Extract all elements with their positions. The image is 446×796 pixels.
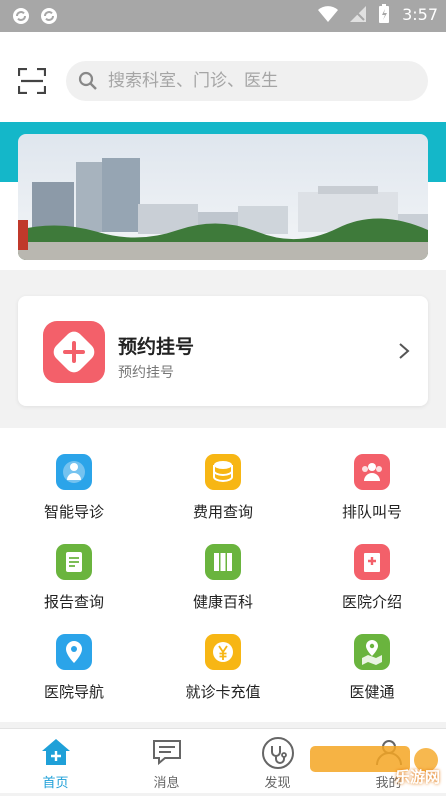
tab-label: 消息 xyxy=(153,776,180,791)
hospital-icon xyxy=(354,544,390,580)
service-card-recharge[interactable]: 就诊卡充值 xyxy=(149,634,297,724)
service-label: 智能导诊 xyxy=(43,503,104,521)
service-smart-guide[interactable]: 智能导诊 xyxy=(0,454,148,544)
chevron-right-icon xyxy=(399,343,410,359)
book-icon xyxy=(205,544,241,580)
yen-coin-icon xyxy=(205,634,241,670)
tab-home[interactable]: 首页 xyxy=(0,729,111,793)
location-icon xyxy=(56,634,92,670)
service-health-pass[interactable]: 医健通 xyxy=(298,634,446,724)
home-icon xyxy=(42,739,70,765)
status-right: 3:57 xyxy=(318,4,438,24)
battery-icon xyxy=(379,4,390,23)
service-label: 费用查询 xyxy=(192,503,253,521)
search-bar[interactable] xyxy=(66,61,428,101)
coins-icon xyxy=(205,454,241,490)
service-label: 排队叫号 xyxy=(341,503,402,521)
tab-label: 首页 xyxy=(42,776,69,791)
appointment-title: 预约挂号 xyxy=(118,336,195,358)
service-label: 医院介绍 xyxy=(341,593,402,611)
scan-icon[interactable] xyxy=(18,68,46,94)
person-icon xyxy=(56,454,92,490)
status-left-icons xyxy=(12,7,58,25)
appointment-icon xyxy=(43,321,105,383)
banner-image[interactable] xyxy=(18,134,428,260)
service-grid: 智能导诊 费用查询 排队叫号 报告查询 健康百科 医院介绍 医院导航 就诊卡充值… xyxy=(0,428,446,722)
header xyxy=(0,32,446,122)
stethoscope-icon xyxy=(262,737,294,769)
service-queue[interactable]: 排队叫号 xyxy=(298,454,446,544)
appointment-subtitle: 预约挂号 xyxy=(118,365,174,381)
watermark-logo: 乐游网 xyxy=(306,742,446,792)
service-label: 报告查询 xyxy=(43,593,104,611)
map-pin-icon xyxy=(354,634,390,670)
service-report-query[interactable]: 报告查询 xyxy=(0,544,148,634)
search-input[interactable] xyxy=(106,70,410,92)
search-icon xyxy=(78,71,97,90)
watermark-text: 乐游网 xyxy=(394,768,440,786)
appointment-card[interactable]: 预约挂号 预约挂号 xyxy=(18,296,428,406)
sync-icon xyxy=(41,8,57,24)
service-fee-query[interactable]: 费用查询 xyxy=(149,454,297,544)
service-label: 健康百科 xyxy=(192,593,253,611)
banner-section xyxy=(0,122,446,270)
message-icon xyxy=(153,740,181,766)
tab-messages[interactable]: 消息 xyxy=(111,729,222,793)
status-bar: 3:57 xyxy=(0,0,446,32)
service-hospital-intro[interactable]: 医院介绍 xyxy=(298,544,446,634)
service-label: 就诊卡充值 xyxy=(185,683,261,701)
queue-icon xyxy=(354,454,390,490)
report-icon xyxy=(56,544,92,580)
service-hospital-navigation[interactable]: 医院导航 xyxy=(0,634,148,724)
sync-icon xyxy=(13,8,29,24)
status-time: 3:57 xyxy=(402,4,438,24)
signal-icon xyxy=(350,6,367,22)
service-label: 医院导航 xyxy=(43,683,104,701)
service-label: 医健通 xyxy=(349,683,395,701)
service-health-wiki[interactable]: 健康百科 xyxy=(149,544,297,634)
wifi-icon xyxy=(318,6,339,22)
